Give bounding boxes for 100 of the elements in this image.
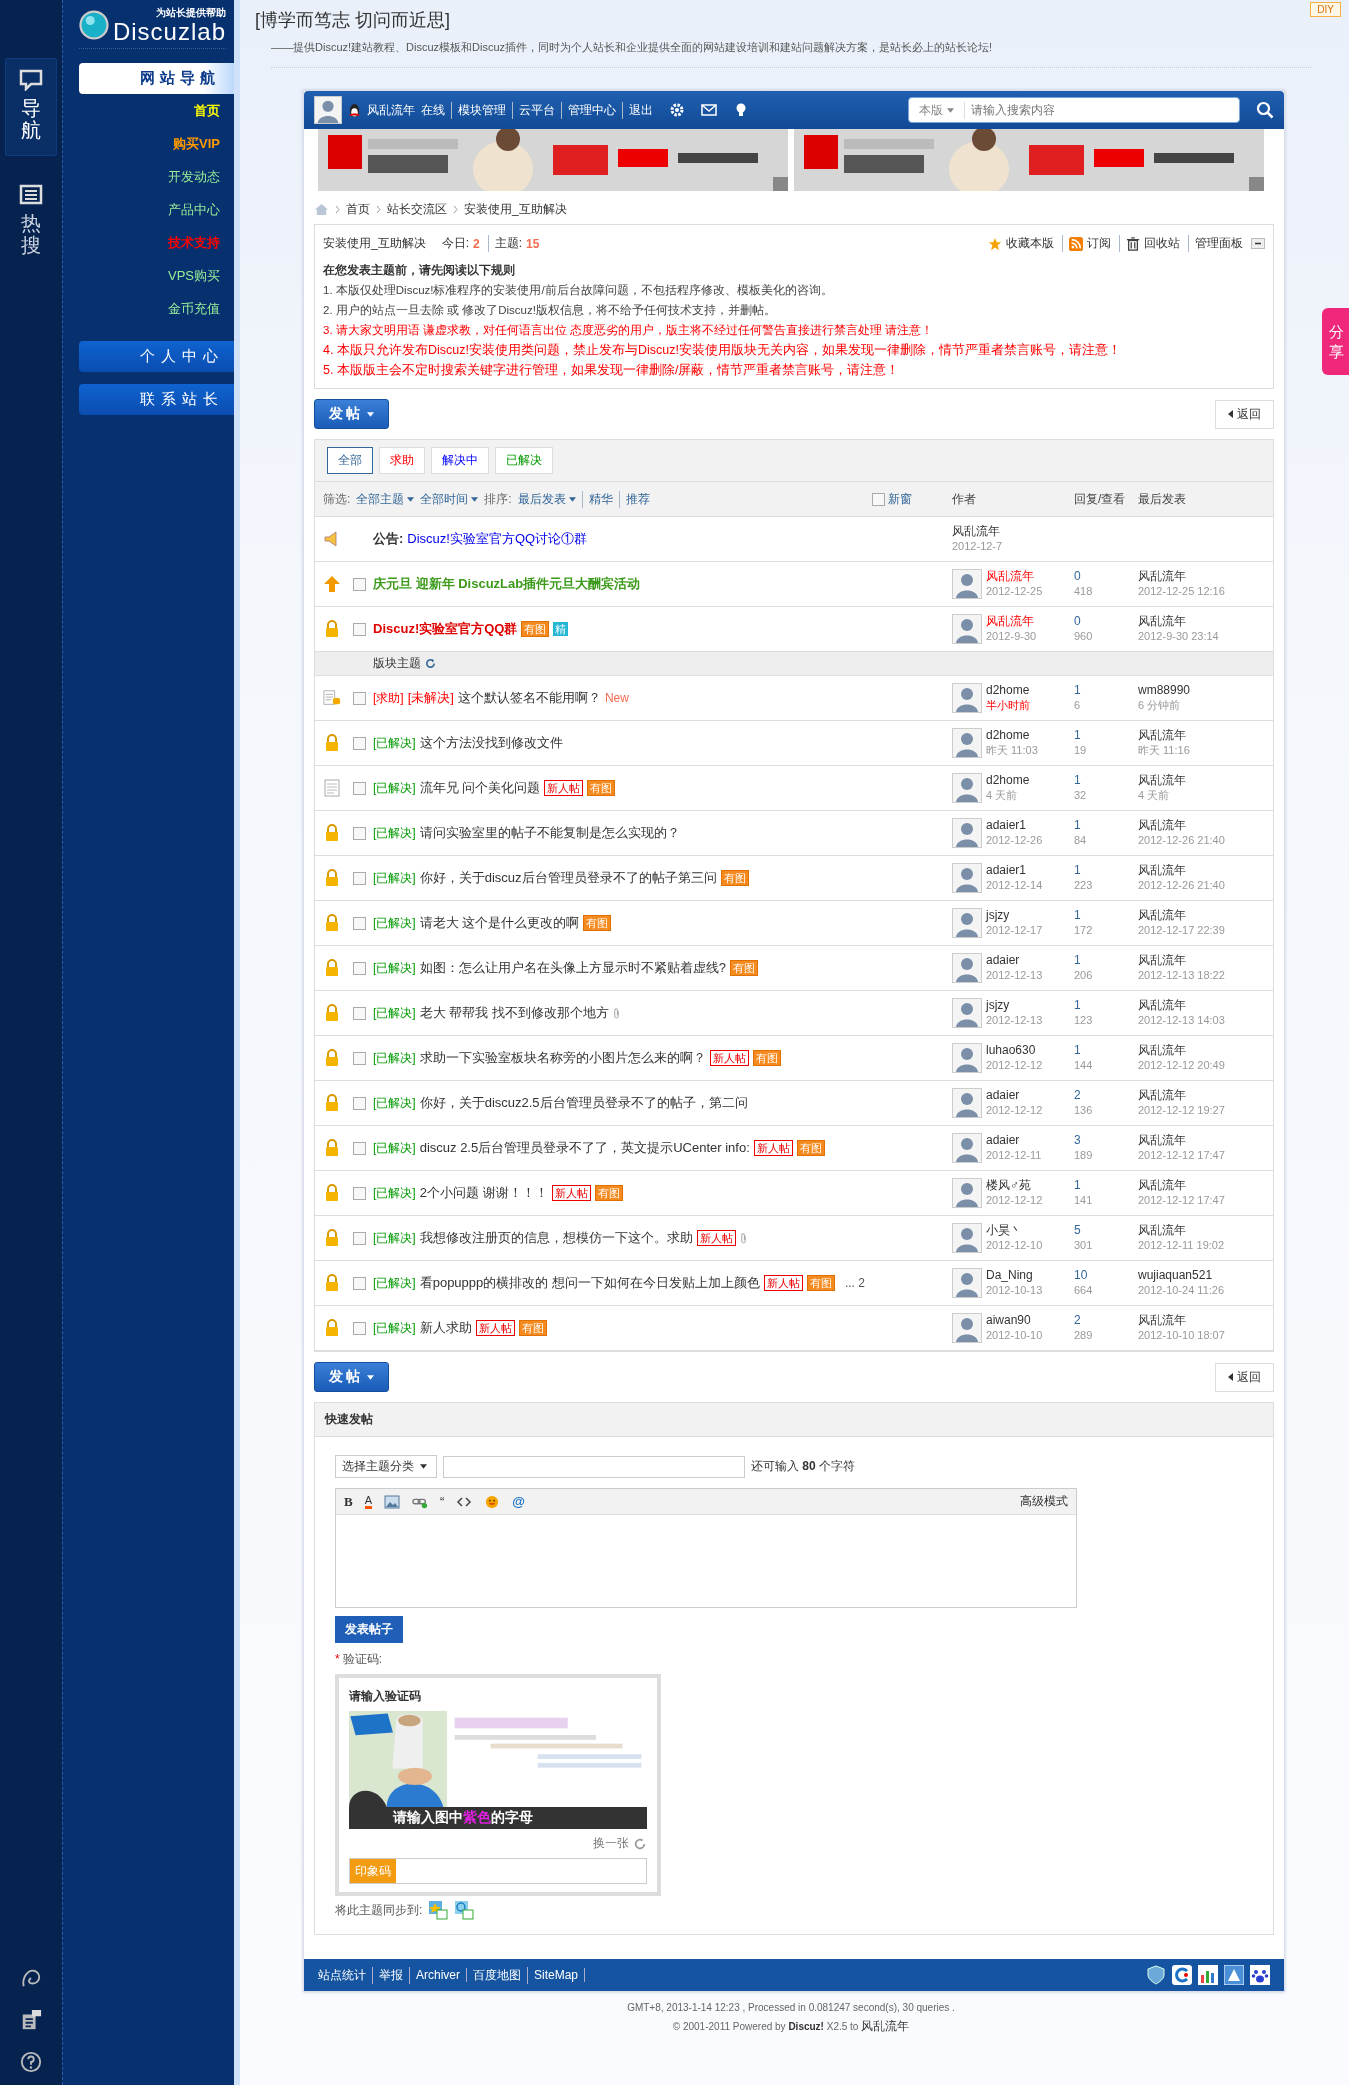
- thread-title[interactable]: 这个默认签名不能用啊？: [457, 689, 601, 707]
- last-poster[interactable]: 风乱流年: [1138, 953, 1273, 968]
- share-tab[interactable]: 分享: [1322, 308, 1349, 375]
- footer-link[interactable]: Archiver: [410, 1968, 467, 1982]
- author-name[interactable]: adaier1: [986, 863, 1043, 878]
- page-link[interactable]: ... 2: [844, 1276, 865, 1290]
- last-poster[interactable]: 风乱流年: [1138, 1088, 1273, 1103]
- last-poster[interactable]: 风乱流年: [1138, 863, 1273, 878]
- filter-link[interactable]: 精华: [581, 490, 613, 508]
- checkbox[interactable]: [353, 1051, 366, 1065]
- refresh-icon[interactable]: [425, 658, 436, 669]
- author-name[interactable]: adaier: [986, 953, 1043, 968]
- last-poster[interactable]: 风乱流年: [1138, 1043, 1273, 1058]
- checkbox[interactable]: [353, 1276, 366, 1290]
- checkbox[interactable]: [353, 1321, 366, 1335]
- thread-title[interactable]: 求助一下实验室板块名称旁的小图片怎么来的啊？: [419, 1049, 706, 1067]
- bar-chart-icon[interactable]: [1198, 1965, 1218, 1985]
- last-poster[interactable]: 风乱流年: [1138, 1178, 1273, 1193]
- nav-link[interactable]: 购买VIP: [173, 135, 220, 152]
- type-prefix-link[interactable]: [已解决]: [373, 779, 416, 797]
- toolbar-link[interactable]: 模块管理: [451, 101, 506, 119]
- nav-link[interactable]: 金币充值: [168, 300, 220, 317]
- type-prefix-link[interactable]: [已解决]: [373, 1049, 416, 1067]
- checkbox[interactable]: [353, 1141, 366, 1155]
- thread-title[interactable]: 我想修改注册页的信息，想模仿一下这个。求助: [419, 1229, 693, 1247]
- mail-icon[interactable]: [701, 102, 717, 118]
- thread-title[interactable]: 请老大 这个是什么更改的啊: [419, 914, 580, 932]
- thread-title[interactable]: Discuz!实验室官方QQ群: [373, 620, 518, 638]
- author-name[interactable]: adaier: [986, 1088, 1043, 1103]
- new-post-button[interactable]: 发帖: [314, 1362, 389, 1392]
- search-field[interactable]: 本版 请输入搜索内容: [908, 97, 1240, 123]
- sidebar-button[interactable]: 个人中心: [79, 341, 234, 372]
- filter-dropdown[interactable]: 全部时间: [420, 490, 479, 508]
- checkbox[interactable]: [353, 736, 366, 750]
- author-name[interactable]: adaier1: [986, 818, 1043, 833]
- author-name[interactable]: 风乱流年: [986, 569, 1043, 584]
- back-button[interactable]: 返回: [1215, 399, 1274, 429]
- sidebar-button[interactable]: 联系站长: [79, 384, 234, 415]
- forum-action-link[interactable]: 收藏本版: [1006, 235, 1054, 252]
- sort-dropdown[interactable]: 最后发表: [517, 490, 576, 508]
- thread-title[interactable]: 老大 帮帮我 找不到修改那个地方: [419, 1004, 609, 1022]
- smiley-icon[interactable]: [484, 1494, 501, 1509]
- checkbox[interactable]: [353, 1231, 366, 1245]
- author-name[interactable]: 风乱流年: [986, 614, 1037, 629]
- last-poster[interactable]: 风乱流年: [1138, 1313, 1273, 1328]
- author-name[interactable]: d2home: [986, 773, 1030, 788]
- type-prefix-link[interactable]: [已解决]: [373, 914, 416, 932]
- triangle-tile-icon[interactable]: [1224, 1965, 1244, 1985]
- breadcrumb-link[interactable]: 站长交流区: [387, 201, 447, 218]
- announcement-link[interactable]: Discuz!实验室官方QQ讨论①群: [407, 530, 588, 548]
- share-star-icon[interactable]: [428, 1900, 449, 1920]
- subject-field[interactable]: [443, 1455, 745, 1478]
- checkbox[interactable]: [353, 1096, 366, 1110]
- checkbox[interactable]: [872, 492, 885, 506]
- new-post-button[interactable]: 发帖: [314, 399, 389, 429]
- last-poster[interactable]: 风乱流年: [1138, 614, 1273, 629]
- last-poster[interactable]: wujiaquan521: [1138, 1268, 1273, 1283]
- username-link[interactable]: 风乱流年: [367, 101, 415, 119]
- type-prefix-link[interactable]: [已解决]: [373, 1319, 416, 1337]
- owner-link[interactable]: 风乱流年: [861, 2019, 910, 2033]
- share-bubble-icon[interactable]: [454, 1900, 475, 1920]
- author-name[interactable]: luhao630: [986, 1043, 1043, 1058]
- forum-action-link[interactable]: 订阅: [1087, 235, 1111, 252]
- swirl-icon[interactable]: [19, 1967, 43, 1989]
- author-name[interactable]: jsjzy: [986, 908, 1043, 923]
- quote-button[interactable]: “: [440, 1494, 445, 1509]
- collapse-icon[interactable]: [1251, 238, 1265, 249]
- category-tab[interactable]: 求助: [379, 447, 425, 474]
- author-name[interactable]: 小昊丶: [986, 1223, 1043, 1238]
- last-poster[interactable]: 风乱流年: [1138, 569, 1273, 584]
- bold-button[interactable]: B: [344, 1493, 353, 1510]
- footer-link[interactable]: 举报: [373, 1966, 410, 1984]
- breadcrumb-link[interactable]: 安装使用_互助解决: [464, 201, 567, 218]
- author-name[interactable]: aiwan90: [986, 1313, 1043, 1328]
- thread-title[interactable]: 如图：怎么让用户名在头像上方显示时不紧贴着虚线?: [419, 959, 726, 977]
- author-name[interactable]: jsjzy: [986, 998, 1043, 1013]
- last-poster[interactable]: 风乱流年: [1138, 1133, 1273, 1148]
- refresh-icon[interactable]: [633, 1836, 647, 1851]
- checkbox[interactable]: [353, 1006, 366, 1020]
- type-prefix-link[interactable]: [已解决]: [373, 959, 416, 977]
- thread-title[interactable]: 流年兄 问个美化问题: [419, 779, 541, 797]
- thread-title[interactable]: 庆元旦 迎新年 DiscuzLab插件元旦大酬宾活动: [373, 575, 641, 593]
- help-icon[interactable]: [19, 2051, 43, 2073]
- type-prefix-link[interactable]: [已解决]: [373, 1274, 416, 1292]
- back-button[interactable]: 返回: [1215, 1362, 1274, 1392]
- footer-link[interactable]: 站点统计: [318, 1966, 373, 1984]
- type-prefix-link[interactable]: [已解决]: [373, 734, 416, 752]
- toolbar-link[interactable]: 退出: [622, 101, 653, 119]
- thread-title[interactable]: 你好，关于discuz2.5后台管理员登录不了的帖子，第二问: [419, 1094, 748, 1112]
- filter-dropdown[interactable]: 全部主题: [356, 490, 415, 508]
- footer-link[interactable]: 百度地图: [467, 1966, 528, 1984]
- last-poster[interactable]: 风乱流年: [1138, 998, 1273, 1013]
- rail-tab[interactable]: 热搜: [6, 174, 56, 270]
- nav-link[interactable]: 首页: [194, 102, 220, 119]
- checkbox[interactable]: [353, 622, 366, 636]
- author-name[interactable]: d2home: [986, 728, 1038, 743]
- last-poster[interactable]: 风乱流年: [1138, 1223, 1273, 1238]
- mention-button[interactable]: @: [512, 1494, 526, 1509]
- author-name[interactable]: adaier: [986, 1133, 1042, 1148]
- last-poster[interactable]: 风乱流年: [1138, 773, 1273, 788]
